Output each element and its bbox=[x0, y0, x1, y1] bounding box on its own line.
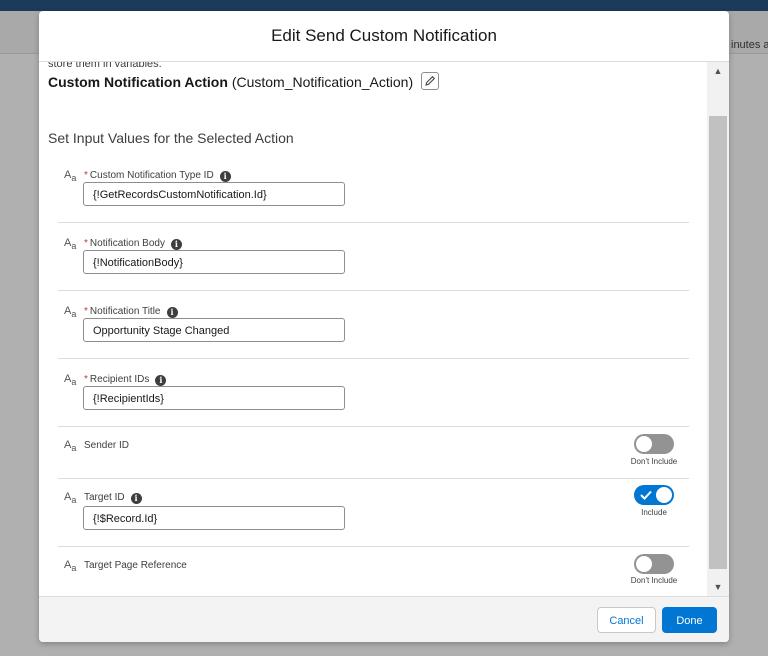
target-id-toggle[interactable] bbox=[634, 485, 674, 505]
field-target-id: Aa Target ID i Include {!$Record.Id} bbox=[58, 485, 689, 547]
toggle-status-label: Don't Include bbox=[630, 457, 678, 466]
pencil-icon bbox=[425, 75, 436, 86]
field-target-page-reference: Aa Target Page Reference Don't Include bbox=[58, 554, 689, 596]
field-custom-notification-type-id: Aa * Custom Notification Type ID i {!GetRe… bbox=[58, 166, 689, 223]
info-icon[interactable]: i bbox=[130, 493, 142, 504]
target-page-reference-toggle[interactable] bbox=[634, 554, 674, 574]
toggle-knob bbox=[636, 556, 652, 572]
info-icon[interactable]: i bbox=[155, 375, 167, 386]
info-icon[interactable]: i bbox=[166, 307, 178, 318]
modal-title: Edit Send Custom Notification bbox=[39, 11, 729, 62]
target-id-input[interactable]: {!$Record.Id} bbox=[83, 506, 345, 530]
toggle-knob bbox=[636, 436, 652, 452]
global-header-bar bbox=[0, 0, 768, 11]
sender-id-toggle[interactable] bbox=[634, 434, 674, 454]
scrollbar-thumb[interactable] bbox=[709, 116, 727, 569]
required-marker: * bbox=[84, 170, 88, 181]
notification-title-input[interactable]: Opportunity Stage Changed bbox=[83, 318, 345, 342]
info-icon[interactable]: i bbox=[219, 171, 231, 182]
toggle-status-label: Don't Include bbox=[630, 576, 678, 585]
toggle-knob bbox=[656, 487, 672, 503]
text-type-icon: Aa bbox=[64, 439, 77, 454]
background-text: inutes a bbox=[731, 39, 768, 51]
field-label: * Notification Title i bbox=[84, 306, 178, 318]
text-type-icon: Aa bbox=[64, 305, 77, 320]
required-marker: * bbox=[84, 238, 88, 249]
field-notification-title: Aa * Notification Title i Opportunity Stag… bbox=[58, 302, 689, 359]
required-marker: * bbox=[84, 374, 88, 385]
scroll-down-icon[interactable]: ▼ bbox=[707, 578, 729, 596]
edit-action-button[interactable] bbox=[421, 72, 439, 90]
field-recipient-ids: Aa * Recipient IDs i {!RecipientIds} bbox=[58, 370, 689, 427]
vertical-scrollbar[interactable]: ▲ ▼ bbox=[707, 62, 729, 596]
section-title: Set Input Values for the Selected Action bbox=[48, 130, 294, 146]
edit-modal: Edit Send Custom Notification store them… bbox=[39, 11, 729, 642]
field-label: Target Page Reference bbox=[84, 560, 187, 571]
modal-footer: Cancel Done bbox=[39, 596, 729, 642]
notification-body-input[interactable]: {!NotificationBody} bbox=[83, 250, 345, 274]
field-label: * Custom Notification Type ID i bbox=[84, 170, 231, 182]
field-label: Target ID i bbox=[84, 492, 142, 504]
description-text: store them in variables. bbox=[48, 62, 162, 70]
toggle-status-label: Include bbox=[641, 508, 667, 517]
required-marker: * bbox=[84, 306, 88, 317]
action-heading: Custom Notification Action (Custom_Notif… bbox=[48, 72, 439, 90]
text-type-icon: Aa bbox=[64, 491, 77, 506]
recipient-ids-input[interactable]: {!RecipientIds} bbox=[83, 386, 345, 410]
text-type-icon: Aa bbox=[64, 373, 77, 388]
action-name: Custom Notification Action bbox=[48, 74, 228, 90]
field-label: * Recipient IDs i bbox=[84, 374, 167, 386]
text-type-icon: Aa bbox=[64, 237, 77, 252]
info-icon[interactable]: i bbox=[170, 239, 182, 250]
field-label: Sender ID bbox=[84, 440, 130, 451]
field-notification-body: Aa * Notification Body i {!NotificationBod… bbox=[58, 234, 689, 291]
scroll-up-icon[interactable]: ▲ bbox=[707, 62, 729, 80]
action-api-name: (Custom_Notification_Action) bbox=[231, 74, 414, 90]
cancel-button[interactable]: Cancel bbox=[597, 607, 656, 633]
done-button[interactable]: Done bbox=[662, 607, 717, 633]
text-type-icon: Aa bbox=[64, 559, 77, 574]
modal-body: store them in variables. Custom Notifica… bbox=[39, 62, 729, 596]
custom-notification-type-id-input[interactable]: {!GetRecordsCustomNotification.Id} bbox=[83, 182, 345, 206]
field-sender-id: Aa Sender ID Don't Include bbox=[58, 434, 689, 479]
text-type-icon: Aa bbox=[64, 169, 77, 184]
field-label: * Notification Body i bbox=[84, 238, 182, 250]
check-icon bbox=[640, 490, 652, 500]
